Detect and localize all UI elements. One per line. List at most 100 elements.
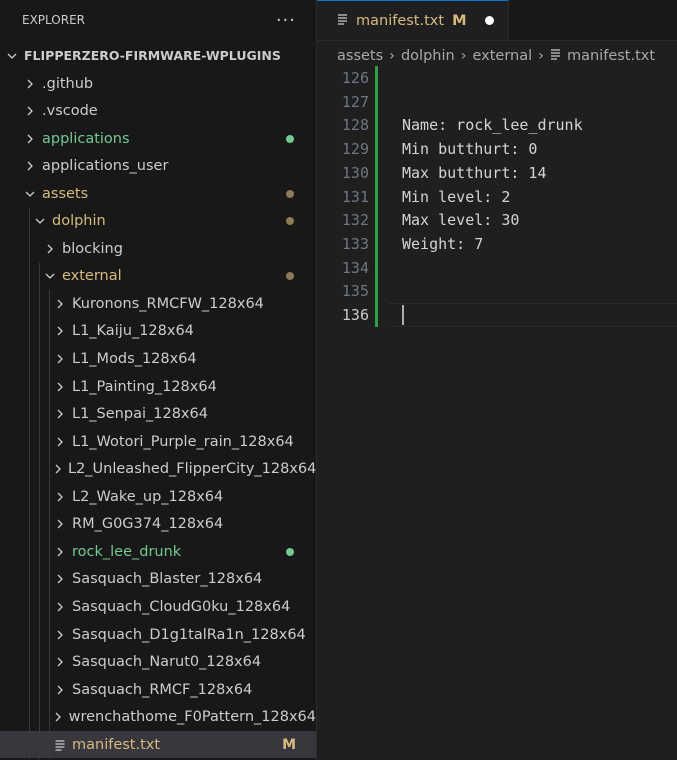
chevron-down-icon <box>4 50 20 62</box>
tree-folder-item[interactable]: Sasquach_CloudG0ku_128x64 <box>0 593 316 620</box>
unsaved-dot-icon[interactable] <box>484 16 494 25</box>
tree-folder-item[interactable]: assets <box>0 180 316 207</box>
tree-item-label: .github <box>42 75 94 92</box>
breadcrumb-file[interactable]: manifest.txt <box>567 48 655 64</box>
line-number: 133 <box>341 234 369 253</box>
tree-folder-item[interactable]: applications_user <box>0 153 316 180</box>
tree-folder-item[interactable]: external <box>0 263 316 290</box>
tree-folder-item[interactable]: L2_Wake_up_128x64 <box>0 483 316 510</box>
breadcrumb-dolphin[interactable]: dolphin <box>401 48 455 64</box>
line-text: Weight: 7 <box>402 234 484 253</box>
code-line[interactable]: 135 <box>317 279 677 303</box>
tree-folder-item[interactable]: .github <box>0 70 316 97</box>
chevron-right-icon <box>52 656 68 668</box>
chevron-right-icon <box>52 573 68 585</box>
tab-manifest-txt[interactable]: manifest.txt M <box>317 0 509 40</box>
git-status-dot-icon <box>286 189 294 198</box>
line-number: 136 <box>341 306 369 324</box>
tree-item-label: applications <box>42 130 130 147</box>
tree-file-item[interactable]: manifest.txt M <box>0 731 316 759</box>
tree-folder-item[interactable]: L1_Kaiju_128x64 <box>0 318 316 345</box>
tree-folder-item[interactable]: RM_G0G374_128x64 <box>0 511 316 538</box>
tree-folder-item[interactable]: Sasquach_D1g1talRa1n_128x64 <box>0 621 316 648</box>
line-text: Name: rock_lee_drunk <box>402 116 583 135</box>
git-status-dot-icon <box>286 547 294 556</box>
tree-item-label: applications_user <box>42 158 169 175</box>
tree-folder-item[interactable]: L1_Senpai_128x64 <box>0 401 316 428</box>
tree-folder-item[interactable]: L1_Mods_128x64 <box>0 346 316 373</box>
chevron-right-icon <box>22 105 38 117</box>
line-text: Min level: 2 <box>402 187 511 206</box>
chevron-right-icon <box>22 133 38 145</box>
chevron-right-icon <box>52 546 68 558</box>
chevron-down-icon <box>42 270 58 282</box>
tree-folder-item[interactable]: L1_Wotori_Purple_rain_128x64 <box>0 428 316 455</box>
line-number: 131 <box>341 187 369 206</box>
code-line[interactable]: 128 Name: rock_lee_drunk <box>317 113 677 137</box>
tab-label: manifest.txt <box>356 12 445 29</box>
tree-folder-item[interactable]: Sasquach_RMCF_128x64 <box>0 676 316 703</box>
git-status-dot-icon <box>286 134 294 143</box>
explorer-title: EXPLORER <box>22 13 85 27</box>
code-line[interactable]: 126 <box>317 66 677 90</box>
tree-item-label: external <box>62 268 122 285</box>
code-line[interactable]: 127 <box>317 90 677 114</box>
line-number: 132 <box>341 211 369 230</box>
tree-folder-item[interactable]: Kuronons_RMCFW_128x64 <box>0 290 316 317</box>
code-line[interactable]: 131 Min level: 2 <box>317 185 677 209</box>
file-lines-icon <box>337 13 348 29</box>
tree-item-label: blocking <box>62 240 123 257</box>
tree-folder-item[interactable]: L2_Unleashed_FlipperCity_128x64 <box>0 456 316 483</box>
indent-guide <box>39 262 40 759</box>
tree-folder-item[interactable]: Sasquach_Blaster_128x64 <box>0 566 316 593</box>
tree-folder-item[interactable]: L1_Painting_128x64 <box>0 373 316 400</box>
tree-folder-item[interactable]: Sasquach_Narut0_128x64 <box>0 649 316 676</box>
code-line[interactable]: 129 Min butthurt: 0 <box>317 137 677 161</box>
chevron-right-icon <box>52 436 68 448</box>
tree-folder-item[interactable]: wrenchathome_F0Pattern_128x64 <box>0 704 316 731</box>
tree-item-label: assets <box>42 185 89 202</box>
tree-folder-item[interactable]: blocking <box>0 235 316 262</box>
tree-item-label: L1_Senpai_128x64 <box>72 406 208 423</box>
tree-item-label: L1_Wotori_Purple_rain_128x64 <box>72 433 294 450</box>
tree-folder-item[interactable]: applications <box>0 125 316 152</box>
tree-folder-item[interactable]: .vscode <box>0 98 316 125</box>
tree-item-label: manifest.txt <box>72 736 161 753</box>
chevron-right-icon: › <box>538 48 544 64</box>
chevron-down-icon <box>22 188 38 200</box>
line-number: 126 <box>341 69 369 87</box>
line-number: 134 <box>341 258 369 277</box>
indent-guide <box>29 207 30 759</box>
line-text: Max butthurt: 14 <box>402 163 547 182</box>
chevron-right-icon <box>52 684 68 696</box>
chevron-right-icon <box>52 518 68 530</box>
tree-item-label: Sasquach_CloudG0ku_128x64 <box>72 598 291 615</box>
tree-item-label: RM_G0G374_128x64 <box>72 516 224 533</box>
code-line[interactable]: 130 Max butthurt: 14 <box>317 161 677 185</box>
chevron-right-icon <box>52 491 68 503</box>
code-line[interactable]: 132 Max level: 30 <box>317 208 677 232</box>
code-editor[interactable]: 126 127 128 Name: rock_lee_drunk 129 Min butt… <box>317 66 677 760</box>
tree-item-label: rock_lee_drunk <box>72 543 182 560</box>
more-actions-icon[interactable]: ··· <box>276 10 296 31</box>
explorer-root-label: FLIPPERZERO-FIRMWARE-WPLUGINS <box>24 48 281 63</box>
tree-item-label: wrenchathome_F0Pattern_128x64 <box>68 709 316 726</box>
tree-folder-item[interactable]: rock_lee_drunk <box>0 538 316 565</box>
file-lines-icon <box>550 48 561 64</box>
breadcrumb-assets[interactable]: assets <box>337 48 383 64</box>
explorer-root-folder[interactable]: FLIPPERZERO-FIRMWARE-WPLUGINS <box>0 42 316 69</box>
line-number: 130 <box>341 163 369 182</box>
tree-item-label: Sasquach_D1g1talRa1n_128x64 <box>72 626 306 643</box>
indent-guide <box>49 290 50 759</box>
tree-item-label: Kuronons_RMCFW_128x64 <box>72 295 264 312</box>
chevron-right-icon <box>22 160 38 172</box>
tree-item-label: Sasquach_Blaster_128x64 <box>72 571 263 588</box>
tree-folder-item[interactable]: dolphin <box>0 208 316 235</box>
code-line[interactable]: 134 <box>317 256 677 280</box>
code-line[interactable]: 133 Weight: 7 <box>317 232 677 256</box>
tree-item-label: L1_Painting_128x64 <box>72 378 217 395</box>
code-line[interactable]: 136 <box>317 303 677 327</box>
git-status-dot-icon <box>286 272 294 281</box>
line-number: 129 <box>341 140 369 159</box>
breadcrumb-external[interactable]: external <box>473 48 533 64</box>
